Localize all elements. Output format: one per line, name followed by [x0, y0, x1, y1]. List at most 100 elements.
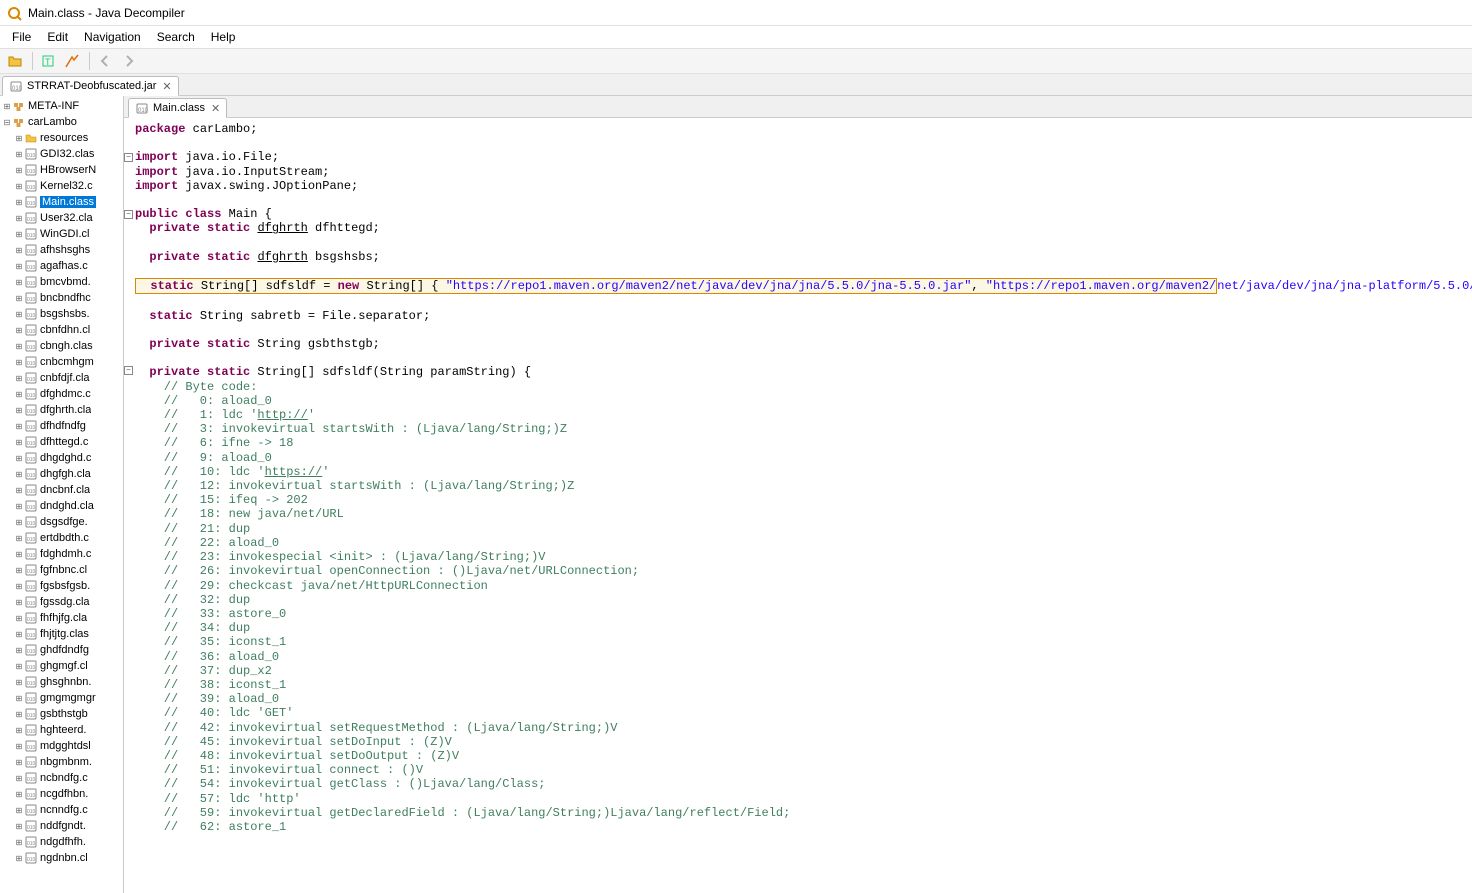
tree-item[interactable]: ⊞010cbngh.clas: [0, 338, 123, 354]
menu-file[interactable]: File: [4, 28, 39, 46]
tree-item[interactable]: ⊞010dhgdghd.c: [0, 450, 123, 466]
tree-arrow-icon[interactable]: ⊞: [14, 518, 24, 527]
tree-item[interactable]: ⊞010dsgsdfge.: [0, 514, 123, 530]
tree-arrow-icon[interactable]: ⊞: [14, 358, 24, 367]
tree-arrow-icon[interactable]: ⊞: [14, 502, 24, 511]
tree-arrow-icon[interactable]: ⊞: [14, 294, 24, 303]
tree-item[interactable]: ⊞010dfhdfndfg: [0, 418, 123, 434]
tree-item[interactable]: ⊞010dfghrth.cla: [0, 402, 123, 418]
tree-item[interactable]: ⊞010dhgfgh.cla: [0, 466, 123, 482]
tree-item[interactable]: ⊞010Kernel32.c: [0, 178, 123, 194]
tree-item[interactable]: ⊞010ghdfdndfg: [0, 642, 123, 658]
tree-item[interactable]: ⊞010nddfgndt.: [0, 818, 123, 834]
close-icon[interactable]: ✕: [162, 80, 171, 93]
tree-item[interactable]: ⊞010Main.class: [0, 194, 123, 210]
fold-icon[interactable]: −: [124, 366, 133, 375]
open-file-button[interactable]: [4, 50, 26, 72]
tree-item[interactable]: ⊞010nbgmbnm.: [0, 754, 123, 770]
tree-item[interactable]: ⊞010fhjtjtg.clas: [0, 626, 123, 642]
tree-arrow-icon[interactable]: ⊞: [14, 262, 24, 271]
tree-arrow-icon[interactable]: ⊞: [14, 454, 24, 463]
tree-item[interactable]: ⊞010fgfnbnc.cl: [0, 562, 123, 578]
tree-arrow-icon[interactable]: ⊞: [14, 198, 24, 207]
tree-arrow-icon[interactable]: ⊞: [14, 326, 24, 335]
tree-arrow-icon[interactable]: ⊞: [14, 550, 24, 559]
tree-item[interactable]: ⊞010fgssdg.cla: [0, 594, 123, 610]
tree-arrow-icon[interactable]: ⊞: [14, 486, 24, 495]
tree-item[interactable]: ⊞010User32.cla: [0, 210, 123, 226]
tree-arrow-icon[interactable]: ⊞: [14, 678, 24, 687]
tree-arrow-icon[interactable]: ⊟: [2, 118, 12, 127]
tree-arrow-icon[interactable]: ⊞: [14, 134, 24, 143]
menu-help[interactable]: Help: [203, 28, 244, 46]
tree-item[interactable]: ⊞010fgsbsfgsb.: [0, 578, 123, 594]
tree-arrow-icon[interactable]: ⊞: [14, 582, 24, 591]
tree-item[interactable]: ⊞010GDI32.clas: [0, 146, 123, 162]
tree-arrow-icon[interactable]: ⊞: [14, 390, 24, 399]
tree-arrow-icon[interactable]: ⊞: [14, 182, 24, 191]
tree-item[interactable]: ⊞010fhfhjfg.cla: [0, 610, 123, 626]
tree-arrow-icon[interactable]: ⊞: [14, 230, 24, 239]
tree-item[interactable]: ⊞010dndghd.cla: [0, 498, 123, 514]
tree-arrow-icon[interactable]: ⊞: [14, 598, 24, 607]
tree-arrow-icon[interactable]: ⊞: [14, 342, 24, 351]
tree-arrow-icon[interactable]: ⊞: [14, 278, 24, 287]
tree-arrow-icon[interactable]: ⊞: [14, 470, 24, 479]
tree-arrow-icon[interactable]: ⊞: [14, 614, 24, 623]
tree-item[interactable]: ⊞010WinGDI.cl: [0, 226, 123, 242]
fold-icon[interactable]: −: [124, 210, 133, 219]
menu-search[interactable]: Search: [149, 28, 203, 46]
tree-arrow-icon[interactable]: ⊞: [14, 566, 24, 575]
tree-item[interactable]: ⊞010ncnndfg.c: [0, 802, 123, 818]
tree-arrow-icon[interactable]: ⊞: [14, 774, 24, 783]
tree-item[interactable]: ⊞010ngdnbn.cl: [0, 850, 123, 866]
tree-arrow-icon[interactable]: ⊞: [2, 102, 12, 111]
tree-item[interactable]: ⊞010cnbcmhgm: [0, 354, 123, 370]
tree-item[interactable]: ⊞010mdgghtdsl: [0, 738, 123, 754]
class-tab[interactable]: 010 Main.class ✕: [128, 98, 227, 118]
tree-arrow-icon[interactable]: ⊞: [14, 646, 24, 655]
tree-arrow-icon[interactable]: ⊞: [14, 246, 24, 255]
package-explorer[interactable]: ⊞META-INF⊟carLambo⊞resources⊞010GDI32.cl…: [0, 96, 124, 893]
tree-arrow-icon[interactable]: ⊞: [14, 438, 24, 447]
tree-arrow-icon[interactable]: ⊞: [14, 806, 24, 815]
forward-button[interactable]: [118, 50, 140, 72]
tree-item[interactable]: ⊞010ncbndfg.c: [0, 770, 123, 786]
menu-navigation[interactable]: Navigation: [76, 28, 149, 46]
tree-item[interactable]: ⊞010cnbfdjf.cla: [0, 370, 123, 386]
editor-content[interactable]: − − − package carLambo; import java.io.F…: [124, 118, 1472, 893]
tree-arrow-icon[interactable]: ⊞: [14, 758, 24, 767]
tree-item[interactable]: ⊞010gmgmgmgr: [0, 690, 123, 706]
tree-arrow-icon[interactable]: ⊞: [14, 374, 24, 383]
tree-item[interactable]: ⊞010HBrowserN: [0, 162, 123, 178]
tree-arrow-icon[interactable]: ⊞: [14, 822, 24, 831]
tree-arrow-icon[interactable]: ⊞: [14, 694, 24, 703]
tree-arrow-icon[interactable]: ⊞: [14, 630, 24, 639]
tree-item[interactable]: ⊞010ncgdfhbn.: [0, 786, 123, 802]
tree-item[interactable]: ⊞010hghteerd.: [0, 722, 123, 738]
back-button[interactable]: [94, 50, 116, 72]
code-view[interactable]: package carLambo; import java.io.File; i…: [133, 118, 1472, 893]
tree-item[interactable]: ⊞010dfhttegd.c: [0, 434, 123, 450]
tree-arrow-icon[interactable]: ⊞: [14, 854, 24, 863]
tree-arrow-icon[interactable]: ⊞: [14, 662, 24, 671]
tree-arrow-icon[interactable]: ⊞: [14, 166, 24, 175]
tree-arrow-icon[interactable]: ⊞: [14, 214, 24, 223]
open-type-button[interactable]: T: [37, 50, 59, 72]
tree-item[interactable]: ⊞010cbnfdhn.cl: [0, 322, 123, 338]
tree-arrow-icon[interactable]: ⊞: [14, 534, 24, 543]
tree-arrow-icon[interactable]: ⊞: [14, 150, 24, 159]
tree-item[interactable]: ⊞010ndgdfhfh.: [0, 834, 123, 850]
tree-item[interactable]: ⊞010afhshsghs: [0, 242, 123, 258]
tree-arrow-icon[interactable]: ⊞: [14, 838, 24, 847]
tree-item[interactable]: ⊞010dfghdmc.c: [0, 386, 123, 402]
tree-item[interactable]: ⊞010ertdbdth.c: [0, 530, 123, 546]
tree-item[interactable]: ⊞010fdghdmh.c: [0, 546, 123, 562]
close-icon[interactable]: ✕: [211, 102, 220, 115]
tree-item[interactable]: ⊞010bsgshsbs.: [0, 306, 123, 322]
tree-item[interactable]: ⊞resources: [0, 130, 123, 146]
tree-arrow-icon[interactable]: ⊞: [14, 422, 24, 431]
tree-arrow-icon[interactable]: ⊞: [14, 742, 24, 751]
tree-item[interactable]: ⊞010ghgmgf.cl: [0, 658, 123, 674]
tree-package-metainf[interactable]: ⊞META-INF: [0, 98, 123, 114]
